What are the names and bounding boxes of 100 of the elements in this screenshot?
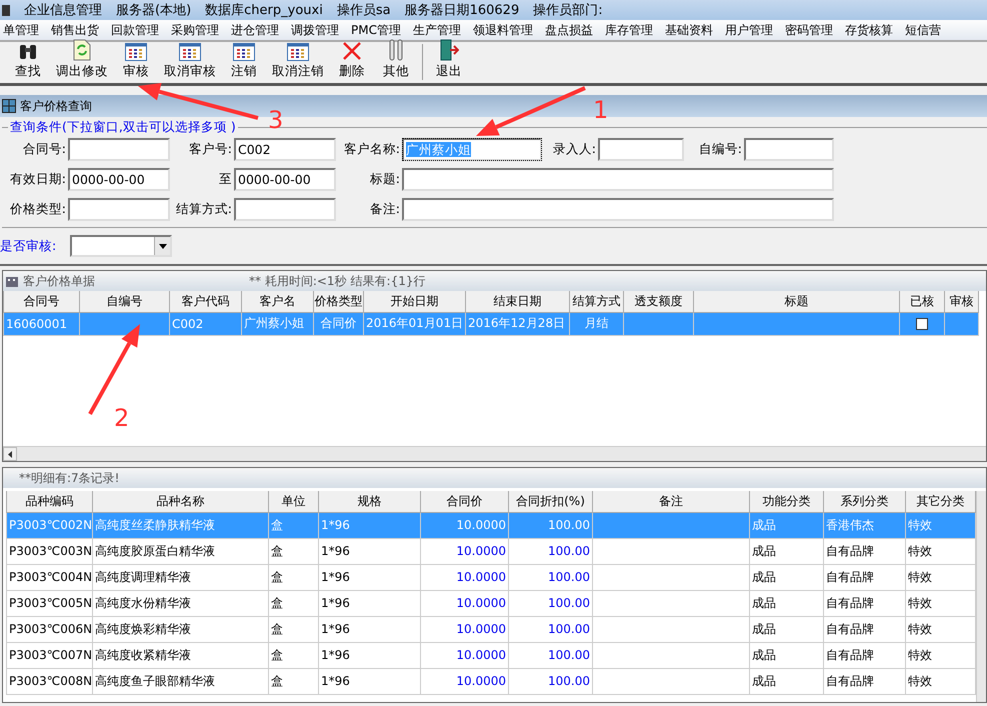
toolbar-button[interactable]: 调出修改 (50, 39, 114, 80)
menu-item[interactable]: 用户管理 (724, 22, 774, 38)
toolbar-button[interactable]: 取消审核 (158, 43, 222, 80)
table-cell: P3003℃004N (6, 564, 92, 590)
grid-icon (179, 43, 201, 61)
table-cell: 月结 (570, 312, 624, 335)
column-header[interactable]: 结束日期 (466, 291, 570, 312)
column-header[interactable]: 合同折扣(%) (508, 491, 592, 512)
column-header[interactable]: 开始日期 (364, 291, 466, 312)
menu-item[interactable]: 盘点损益 (544, 22, 594, 38)
table-cell: 高纯度丝柔静肤精华液 (92, 512, 268, 538)
menu-item[interactable]: 单管理 (2, 22, 40, 38)
column-header[interactable]: 审核 (944, 291, 978, 312)
menu-item[interactable]: 调拨管理 (290, 22, 340, 38)
field-label: 客户名称: (342, 141, 401, 158)
toolbar-button[interactable]: 删除 (330, 41, 374, 80)
grid-title: **明细有:7条记录! (19, 470, 120, 486)
menu-item[interactable]: 领退料管理 (472, 22, 534, 38)
column-header[interactable]: 自编号 (80, 291, 170, 312)
table-cell: 100.00 (508, 538, 592, 564)
column-header[interactable]: 合同价 (420, 491, 508, 512)
table-cell: 自有品牌 (824, 564, 906, 590)
field-label: 是否审核: (0, 238, 56, 254)
table-cell: 100.00 (508, 512, 592, 538)
input-field[interactable]: 0000-00-00 (68, 168, 170, 191)
input-field[interactable] (234, 198, 336, 221)
toolbar-button[interactable]: 其他 (374, 39, 418, 80)
menu-item[interactable]: 存货核算 (844, 22, 894, 38)
input-field[interactable]: C002 (234, 138, 336, 161)
table-cell: 盒 (268, 564, 318, 590)
input-field[interactable] (402, 198, 834, 221)
dropdown[interactable] (70, 235, 172, 257)
column-header[interactable]: 合同号 (4, 291, 80, 312)
column-header[interactable]: 功能分类 (750, 491, 824, 512)
column-header[interactable]: 其它分类 (906, 491, 976, 512)
table-cell: 10.0000 (420, 668, 508, 694)
exit-door-icon (439, 39, 459, 61)
column-header[interactable]: 规格 (318, 491, 420, 512)
close-icon (342, 41, 362, 61)
menu-item[interactable]: 密码管理 (784, 22, 834, 38)
column-header[interactable]: 单位 (268, 491, 318, 512)
toolbar-button[interactable]: 查找 (6, 43, 50, 80)
table-cell: C002 (170, 312, 242, 335)
table-cell: 高纯度收紧精华液 (92, 642, 268, 668)
column-header[interactable]: 已核 (900, 291, 944, 312)
table-cell: 盒 (268, 642, 318, 668)
table-cell: 10.0000 (420, 564, 508, 590)
field-label: 至 (218, 171, 233, 188)
input-field[interactable] (68, 198, 170, 221)
column-header[interactable]: 备注 (592, 491, 750, 512)
input-field[interactable] (402, 168, 834, 191)
menu-item[interactable]: 进仓管理 (230, 22, 280, 38)
field-label: 结算方式: (174, 201, 233, 218)
field-label: 备注: (368, 201, 401, 218)
column-header[interactable]: 品种编码 (6, 491, 92, 512)
menu-item[interactable]: 短信营 (904, 22, 942, 38)
input-field[interactable] (68, 138, 170, 161)
panel-title: 客户价格查询 (20, 98, 92, 114)
menu-item[interactable]: 库存管理 (604, 22, 654, 38)
table-cell: 广州蔡小姐 (242, 312, 314, 335)
table-cell: P3003℃005N (6, 590, 92, 616)
toolbar-button[interactable]: 退出 (427, 39, 471, 80)
toolbar-button[interactable]: 审核 (114, 43, 158, 80)
table-cell: 100.00 (508, 616, 592, 642)
input-field[interactable]: 0000-00-00 (234, 168, 336, 191)
table-cell: 1*96 (318, 590, 420, 616)
table-cell: 特效 (906, 668, 976, 694)
table-cell: 100.00 (508, 564, 592, 590)
status-text: 操作员部门: (533, 2, 603, 19)
column-header[interactable]: 系列分类 (824, 491, 906, 512)
vertical-scrollbar[interactable] (976, 491, 986, 702)
table-cell: 自有品牌 (824, 642, 906, 668)
menu-item[interactable]: 生产管理 (412, 22, 462, 38)
table-cell: P3003℃006N (6, 616, 92, 642)
column-header[interactable]: 透支额度 (624, 291, 694, 312)
menu-item[interactable]: 采购管理 (170, 22, 220, 38)
building-icon (5, 274, 19, 288)
column-header[interactable]: 价格类型 (314, 291, 364, 312)
horizontal-scrollbar[interactable] (3, 446, 986, 461)
column-header[interactable]: 品种名称 (92, 491, 268, 512)
checkbox[interactable] (916, 318, 928, 330)
column-header[interactable]: 标题 (694, 291, 900, 312)
status-text: 服务器(本地) (116, 2, 192, 19)
input-field[interactable] (598, 138, 684, 161)
menu-item[interactable]: 销售出货 (50, 22, 100, 38)
menu-item[interactable]: PMC管理 (350, 22, 402, 38)
column-header[interactable]: 客户代码 (170, 291, 242, 312)
table-cell: P3003℃002N (6, 512, 92, 538)
toolbar-button[interactable]: 注销 (222, 43, 266, 80)
document-icon (73, 39, 91, 61)
menu-item[interactable]: 基础资料 (664, 22, 714, 38)
app-icon (2, 3, 10, 17)
menu-item[interactable]: 回款管理 (110, 22, 160, 38)
table-cell: 盒 (268, 538, 318, 564)
toolbar-button[interactable]: 取消注销 (266, 43, 330, 80)
scroll-left-icon (8, 450, 12, 458)
grid-icon (287, 43, 309, 61)
column-header[interactable]: 客户名 (242, 291, 314, 312)
column-header[interactable]: 结算方式 (570, 291, 624, 312)
input-field[interactable] (744, 138, 834, 161)
